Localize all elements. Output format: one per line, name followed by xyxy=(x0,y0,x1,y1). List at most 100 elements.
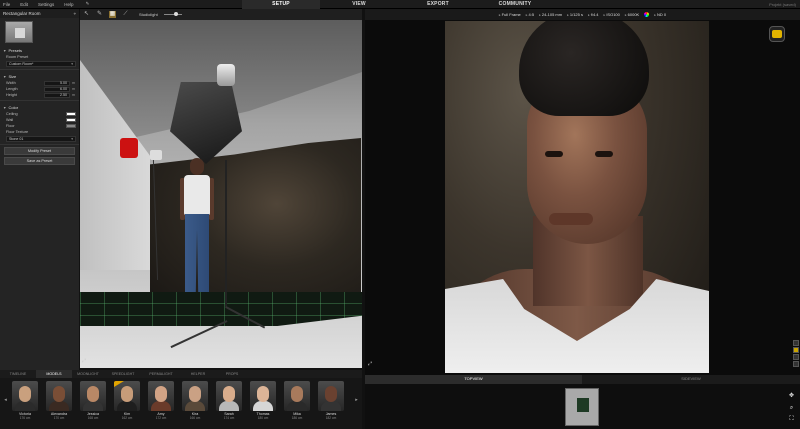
subject-hair xyxy=(519,21,649,116)
bottom-tabs: TIMELINE MODELS MOONLIGHT SPEEDLIGHT PER… xyxy=(0,370,362,378)
model-card[interactable]: Mika 186 cm xyxy=(284,381,310,420)
expand-icon[interactable]: ⤢ xyxy=(82,358,86,364)
model-height: 168 cm xyxy=(87,416,99,420)
menu-file[interactable]: File xyxy=(0,2,15,7)
model-card[interactable]: Alexandra 170 cm xyxy=(46,381,72,420)
tab-timeline[interactable]: TIMELINE xyxy=(0,370,36,378)
tab-models[interactable]: MODELS xyxy=(36,370,72,378)
speedlight[interactable] xyxy=(150,150,162,160)
model-avatar xyxy=(182,381,208,411)
red-light[interactable] xyxy=(120,138,138,158)
zoom-icon[interactable]: ⌕ xyxy=(787,404,796,413)
model-card[interactable]: James 182 cm xyxy=(318,381,344,420)
camera-viewport[interactable]: ⤢ xyxy=(365,20,800,375)
focal-select[interactable]: ▸ 24-105 mm xyxy=(539,12,562,17)
tab-export[interactable]: EXPORT xyxy=(398,0,478,9)
model-height: 170 cm xyxy=(53,416,65,420)
floor-texture-select[interactable]: Stone 01 xyxy=(6,136,76,142)
sensor-select[interactable]: ▸ Full Frame xyxy=(499,12,521,17)
save-as-preset-button[interactable]: Save as Preset xyxy=(4,157,75,165)
wb-select[interactable]: ▸ 6000K xyxy=(625,12,639,17)
model-card[interactable]: Kira 166 cm xyxy=(182,381,208,420)
model-height: 180 cm xyxy=(257,416,269,420)
room-thumbnail[interactable] xyxy=(5,21,33,43)
light-stand xyxy=(225,160,227,308)
softbox-light[interactable] xyxy=(170,82,242,164)
menu-help[interactable]: Help xyxy=(59,2,78,7)
tab-helper[interactable]: HELPER xyxy=(180,370,216,378)
lamp-head[interactable] xyxy=(217,64,235,86)
tab-setup[interactable]: SETUP xyxy=(242,0,320,9)
draw-tool-icon[interactable]: ✎ xyxy=(96,11,103,18)
aperture-select[interactable]: ▸ f/4.4 xyxy=(588,12,599,17)
studiolight-slider[interactable] xyxy=(163,12,182,16)
tab-view[interactable]: VIEW xyxy=(320,0,398,9)
room-properties-panel: Rectangular Room ⌖ ▼ Presets Room Preset… xyxy=(0,9,80,370)
color-section[interactable]: ▼ Color xyxy=(0,103,79,111)
tab-props[interactable]: PROPS xyxy=(216,370,248,378)
modify-preset-button[interactable]: Modify Preset xyxy=(4,147,75,155)
tab-permalight[interactable]: PERMALIGHT xyxy=(142,370,180,378)
tab-community[interactable]: COMMUNITY xyxy=(478,0,552,9)
model-card[interactable]: Amy 172 cm xyxy=(148,381,174,420)
model-height: 186 cm xyxy=(291,416,303,420)
camera-toolbar: ▸ Full Frame ▸ 4:5 ▸ 24-105 mm ▸ 1/125 s ▸ f/… xyxy=(365,9,800,20)
tab-topview[interactable]: TOPVIEW xyxy=(365,375,582,384)
color-wheel-icon[interactable] xyxy=(644,12,650,17)
model-card[interactable]: Victoria 176 cm xyxy=(12,381,38,420)
iso-select[interactable]: ▸ ISO100 xyxy=(604,12,620,17)
room-tool-icon[interactable]: ▦ xyxy=(109,11,116,18)
scene-viewport[interactable]: ✥ ✣ ⌕ ⛶ xyxy=(80,20,362,368)
topview-map[interactable] xyxy=(565,388,599,426)
presets-section[interactable]: ▼ Presets xyxy=(0,46,79,54)
room-preset-select[interactable]: Custom Room* xyxy=(6,61,76,67)
move-icon[interactable]: ✥ xyxy=(787,392,796,401)
length-input[interactable]: 6.00 xyxy=(44,86,70,92)
side-control[interactable] xyxy=(793,354,799,360)
width-input[interactable]: 5.00 xyxy=(44,80,70,86)
floor-color-swatch[interactable] xyxy=(66,124,76,128)
model-card[interactable]: Thomas 180 cm xyxy=(250,381,276,420)
scroll-left-icon[interactable]: ◂ xyxy=(2,393,9,407)
panel-title: Rectangular Room xyxy=(3,11,41,16)
model-avatar xyxy=(46,381,72,411)
model-card[interactable]: Kim 162 cm xyxy=(114,381,140,420)
measure-tool-icon[interactable]: ⟋ xyxy=(122,11,129,18)
side-control-active[interactable] xyxy=(793,347,799,353)
scroll-right-icon[interactable]: ▸ xyxy=(353,393,360,407)
menu-edit[interactable]: Edit xyxy=(15,2,33,7)
side-control[interactable] xyxy=(793,340,799,346)
nd-select[interactable]: ▸ ND 0 xyxy=(654,12,666,17)
frame-icon[interactable]: ⛶ xyxy=(787,415,796,424)
tab-sideview[interactable]: SIDEVIEW xyxy=(582,375,800,384)
topview-panel[interactable]: ✥ ⌕ ⛶ xyxy=(365,384,800,429)
pin-icon[interactable]: ⌖ xyxy=(73,9,76,18)
model-card[interactable]: Jessica 168 cm xyxy=(80,381,106,420)
size-section[interactable]: ▼ Size xyxy=(0,72,79,80)
select-tool-icon[interactable]: ↖ xyxy=(83,11,90,18)
model-avatar xyxy=(80,381,106,411)
floor-grid xyxy=(80,292,362,326)
wall-color-swatch[interactable] xyxy=(66,118,76,122)
model-avatar xyxy=(284,381,310,411)
model-height: 174 cm xyxy=(223,416,235,420)
shutter-select[interactable]: ▸ 1/125 s xyxy=(567,12,583,17)
camera-preview-image xyxy=(445,21,709,373)
ceiling-color-swatch[interactable] xyxy=(66,112,76,116)
tab-speedlight[interactable]: SPEEDLIGHT xyxy=(104,370,142,378)
pin-icon[interactable]: ✎ xyxy=(81,1,95,7)
height-input[interactable]: 2.50 xyxy=(44,92,70,98)
model-figure[interactable] xyxy=(180,158,216,296)
ratio-select[interactable]: ▸ 4:5 xyxy=(526,12,534,17)
side-control[interactable] xyxy=(793,361,799,367)
subject-eye xyxy=(545,151,563,157)
model-card[interactable]: Sarah 174 cm xyxy=(216,381,242,420)
model-head xyxy=(190,158,204,175)
expand-icon[interactable]: ⤢ xyxy=(368,361,372,367)
tab-moonlight[interactable]: MOONLIGHT xyxy=(72,370,104,378)
main-nav: SETUP VIEW EXPORT COMMUNITY xyxy=(242,0,552,9)
camera-snapshot-button[interactable] xyxy=(769,26,785,42)
subject-mouth xyxy=(549,213,593,225)
model-jeans xyxy=(185,214,209,292)
menu-settings[interactable]: Settings xyxy=(33,2,59,7)
